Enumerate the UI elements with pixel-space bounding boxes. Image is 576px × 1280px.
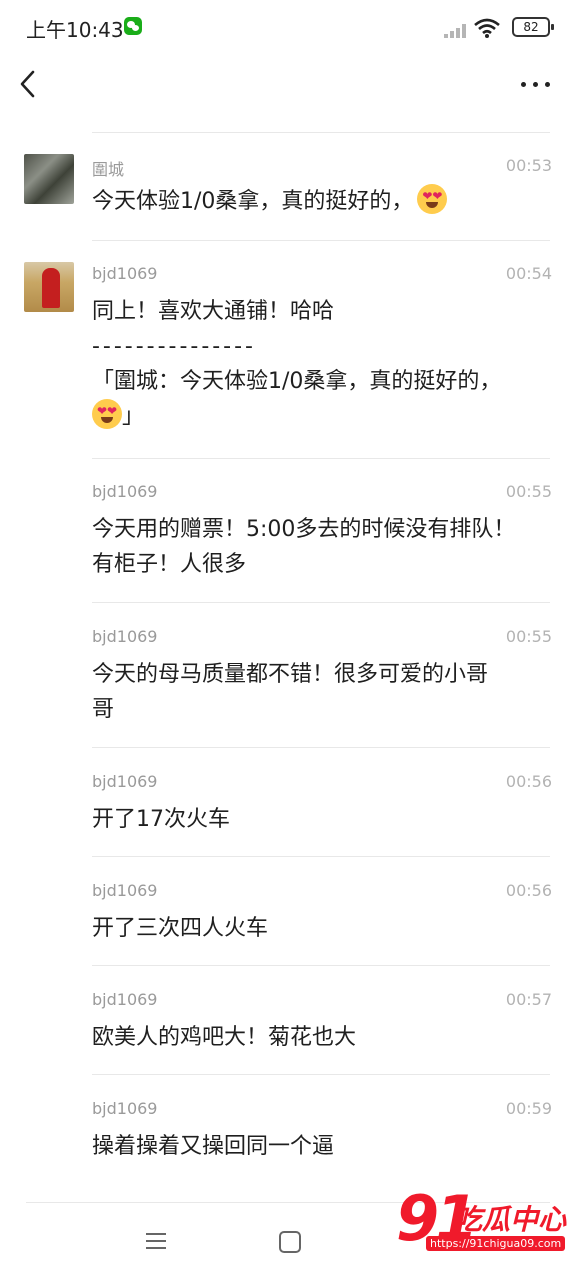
more-dots-icon: [521, 82, 526, 87]
divider: [92, 1074, 550, 1075]
heart-eyes-emoji: [92, 399, 122, 429]
list-item[interactable]: bjd1069 00:55 今天的母马质量都不错！很多可爱的小哥 哥: [0, 623, 576, 749]
status-time: 上午10:43: [26, 18, 124, 42]
author-name[interactable]: bjd1069: [92, 264, 157, 283]
watermark-name: 吃瓜中心: [454, 1203, 567, 1236]
list-item[interactable]: bjd1069 00:57 欧美人的鸡吧大！菊花也大: [0, 986, 576, 1076]
divider: [92, 856, 550, 857]
back-button[interactable]: [14, 64, 44, 104]
quote-text: 「圍城：今天体验1/0桑拿，真的挺好的，: [92, 369, 502, 394]
comment-text: 欧美人的鸡吧大！菊花也大: [92, 1025, 357, 1050]
comment-text: 今天用的赠票！5:00多去的时候没有排队！ 有柜子！人很多: [92, 517, 516, 577]
list-item[interactable]: 圍城 00:53 今天体验1/0桑拿，真的挺好的，: [0, 152, 576, 242]
list-item[interactable]: bjd1069 00:56 开了17次火车: [0, 768, 576, 858]
chevron-left-icon: [20, 70, 35, 98]
heart-eyes-emoji: [417, 184, 448, 214]
author-name[interactable]: bjd1069: [92, 627, 157, 646]
divider: [92, 747, 550, 748]
battery-icon: 82: [512, 17, 554, 37]
quote-separator: - - - - - - - - - - - - - - -: [92, 334, 253, 359]
author-name[interactable]: bjd1069: [92, 990, 157, 1009]
comment-time: 00:53: [505, 156, 552, 175]
author-name[interactable]: bjd1069: [92, 1099, 157, 1118]
nav-bar: [0, 56, 576, 112]
divider: [92, 458, 550, 459]
wechat-notification-icon: [124, 17, 142, 35]
divider: [92, 240, 550, 241]
divider: [92, 132, 550, 133]
author-name[interactable]: bjd1069: [92, 772, 157, 791]
comment-text: 今天的母马质量都不错！很多可爱的小哥 哥: [92, 662, 489, 722]
list-item[interactable]: bjd1069 00:55 今天用的赠票！5:00多去的时候没有排队！ 有柜子！…: [0, 478, 576, 604]
comment-time: 00:55: [505, 627, 552, 646]
divider: [92, 965, 550, 966]
list-item[interactable]: bjd1069 00:59 操着操着又操回同一个逼: [0, 1095, 576, 1185]
avatar[interactable]: [24, 154, 74, 204]
more-button[interactable]: [520, 72, 552, 96]
menu-icon[interactable]: [146, 1232, 166, 1250]
comment-time: 00:54: [505, 264, 552, 283]
home-square-icon[interactable]: [279, 1231, 301, 1253]
author-name[interactable]: bjd1069: [92, 482, 157, 501]
author-name[interactable]: 圍城: [92, 156, 124, 180]
comment-text: 同上！喜欢大通铺！哈哈 - - - - - - - - - - - - - - …: [92, 294, 547, 434]
comment-time: 00:55: [505, 482, 552, 501]
wifi-icon: [474, 18, 500, 38]
watermark-url: https://91chigua09.com: [426, 1236, 566, 1251]
divider: [92, 602, 550, 603]
comment-time: 00:57: [505, 990, 552, 1009]
comment-time: 00:59: [505, 1099, 552, 1118]
comment-text: 操着操着又操回同一个逼: [92, 1134, 335, 1159]
status-bar: 上午10:43 82: [0, 0, 576, 56]
comment-text: 今天体验1/0桑拿，真的挺好的，: [92, 184, 547, 219]
battery-level: 82: [523, 20, 539, 34]
signal-icon: [444, 22, 468, 38]
list-item[interactable]: bjd1069 00:56 开了三次四人火车: [0, 877, 576, 967]
comment-text: 开了17次火车: [92, 807, 230, 832]
comment-text: 开了三次四人火车: [92, 916, 269, 941]
author-name[interactable]: bjd1069: [92, 881, 157, 900]
comment-time: 00:56: [505, 772, 552, 791]
watermark-logo: 91 吃瓜中心 https://91chigua09.com: [396, 1182, 570, 1260]
comment-time: 00:56: [505, 881, 552, 900]
avatar[interactable]: [24, 262, 74, 312]
list-item[interactable]: bjd1069 00:54 同上！喜欢大通铺！哈哈 - - - - - - - …: [0, 260, 576, 456]
comment-list[interactable]: 圍城 00:53 今天体验1/0桑拿，真的挺好的， bjd1069 00:54 …: [0, 112, 576, 1202]
status-indicators: 82: [420, 14, 554, 42]
